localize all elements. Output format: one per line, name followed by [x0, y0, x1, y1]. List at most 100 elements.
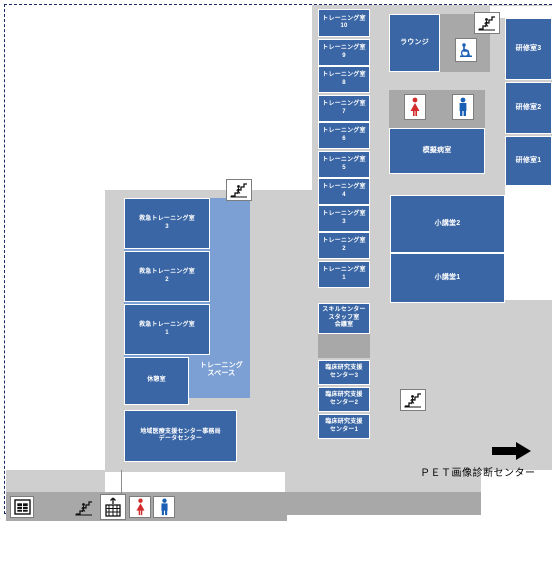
room-number: 10 [340, 23, 348, 29]
room-label-line1: 救急トレーニング室 [139, 216, 195, 222]
room-seminar-3[interactable]: 研修室3 [505, 18, 552, 80]
room-label-line1: トレーニング [199, 361, 243, 369]
right-arrow-icon [492, 442, 531, 460]
plate-cutout-left-top [6, 6, 105, 470]
room-number: 3 [165, 223, 169, 230]
room-training-3[interactable]: トレーニング室 3 [318, 205, 370, 232]
room-training-10[interactable]: トレーニング室 10 [318, 9, 370, 37]
room-label-line1: 救急トレーニング室 [139, 322, 195, 328]
wheelchair-restroom-icon [460, 43, 472, 58]
wheelchair-restroom-tile[interactable] [455, 38, 477, 62]
plate-cutout-lower-left [105, 472, 285, 492]
room-clinical-research-2[interactable]: 臨床研究支援 センター2 [318, 387, 370, 412]
escalator-icon [105, 497, 121, 517]
room-label: トレーニング室 [322, 267, 366, 273]
room-label: 研修室3 [515, 44, 542, 52]
room-number: 2 [165, 276, 169, 283]
room-number: 3 [342, 218, 346, 225]
room-training-7[interactable]: トレーニング室 7 [318, 95, 370, 122]
room-seminar-1[interactable]: 研修室1 [505, 136, 552, 186]
room-label-line1: 臨床研究支援 [325, 365, 363, 371]
room-skill-center-staff[interactable]: スキルセンター スタッフ室 会議室 [318, 303, 370, 334]
room-training-9[interactable]: トレーニング室 9 [318, 39, 370, 66]
room-label-line1: 救急トレーニング室 [139, 269, 195, 275]
restroom-female-icon [135, 498, 145, 516]
room-number: 5 [342, 164, 346, 171]
room-training-4[interactable]: トレーニング室 4 [318, 178, 370, 205]
room-label: トレーニング室 [322, 45, 366, 51]
corridor-patch-center-gap [318, 334, 370, 358]
room-label: トレーニング室 [322, 101, 366, 107]
stairs-tile-mid-right[interactable] [400, 389, 426, 411]
room-label: トレーニング室 [322, 15, 366, 22]
room-label: 小講堂2 [434, 219, 461, 227]
room-training-8[interactable]: トレーニング室 8 [318, 66, 370, 93]
room-training-2[interactable]: トレーニング室 2 [318, 232, 370, 259]
restroom-female-icon [410, 97, 420, 116]
room-simulated-ward[interactable]: 模擬病室 [389, 128, 485, 174]
room-label: 休憩室 [147, 377, 166, 384]
room-er-training-3[interactable]: 救急トレーニング室 3 [124, 198, 210, 249]
stairs-icon [478, 15, 495, 30]
room-break-room[interactable]: 休憩室 [124, 357, 189, 405]
elevator-icon [13, 499, 31, 515]
stairs-icon [404, 392, 421, 407]
room-small-hall-2[interactable]: 小講堂2 [390, 195, 505, 253]
room-label: 研修室1 [515, 156, 542, 164]
room-small-hall-1[interactable]: 小講堂1 [390, 253, 505, 303]
room-seminar-2[interactable]: 研修室2 [505, 82, 552, 134]
room-label-line2: センター3 [329, 372, 359, 379]
room-label-line2: スタッフ室 [328, 314, 360, 321]
restroom-male-tile-upper[interactable] [452, 94, 474, 120]
room-lounge[interactable]: ラウンジ [389, 14, 440, 72]
restroom-female-tile-bottom[interactable] [129, 496, 151, 518]
room-training-1[interactable]: トレーニング室 1 [318, 261, 370, 288]
restroom-male-icon [160, 498, 168, 516]
stairs-tile-top-right[interactable] [474, 12, 500, 34]
room-label-line2: センター1 [329, 426, 359, 433]
restroom-male-tile-bottom[interactable] [153, 496, 175, 518]
room-label: 模擬病室 [422, 146, 452, 154]
room-label-line2: データセンター [158, 436, 203, 442]
room-label: トレーニング室 [322, 128, 366, 134]
room-label: ラウンジ [400, 38, 429, 46]
stairs-icon [230, 182, 247, 197]
stairs-icon [75, 500, 92, 515]
room-clinical-research-3[interactable]: 臨床研究支援 センター3 [318, 360, 370, 385]
room-number: 4 [342, 191, 346, 198]
room-number: 1 [165, 329, 169, 336]
room-clinical-research-1[interactable]: 臨床研究支援 センター1 [318, 414, 370, 439]
room-training-6[interactable]: トレーニング室 6 [318, 122, 370, 149]
room-er-training-1[interactable]: 救急トレーニング室 1 [124, 304, 210, 355]
room-label-line3: 会議室 [334, 322, 354, 329]
room-number: 7 [342, 108, 346, 115]
room-er-training-2[interactable]: 救急トレーニング室 2 [124, 251, 210, 302]
corridor-patch-bottom-right [287, 492, 481, 515]
room-number: 2 [342, 245, 346, 252]
room-label: トレーニング室 [322, 157, 366, 163]
restroom-female-tile-upper[interactable] [404, 94, 426, 120]
plate-cutout-left-lower-white [6, 415, 105, 470]
room-label: トレーニング室 [322, 238, 366, 244]
room-label-line2: スペース [207, 370, 236, 378]
escalator-tile-bottom[interactable] [100, 494, 126, 520]
room-label-line1: スキルセンター [322, 307, 366, 314]
restroom-male-icon [459, 97, 467, 116]
elevator-tile-left[interactable] [10, 496, 34, 518]
room-label-line1: 地域医療支援センター事務局 [140, 428, 221, 435]
room-label: トレーニング室 [322, 72, 366, 78]
room-label-line2: センター2 [329, 399, 359, 406]
room-number: 9 [342, 52, 346, 59]
stairs-tile-left[interactable] [226, 179, 252, 201]
room-training-5[interactable]: トレーニング室 5 [318, 151, 370, 178]
stairs-tile-bottom[interactable] [72, 498, 96, 518]
pet-direction-group: ＰＥＴ画像診断センター [420, 440, 560, 485]
room-label: トレーニング室 [322, 211, 366, 217]
room-number: 1 [342, 274, 346, 281]
wall-tick-bottom [121, 470, 122, 494]
room-label-line1: 臨床研究支援 [325, 419, 363, 425]
room-data-center[interactable]: 地域医療支援センター事務局 データセンター [124, 410, 237, 462]
plate-cutout-right-mid [505, 186, 552, 300]
room-label: 研修室2 [515, 103, 542, 111]
room-number: 6 [342, 135, 346, 142]
